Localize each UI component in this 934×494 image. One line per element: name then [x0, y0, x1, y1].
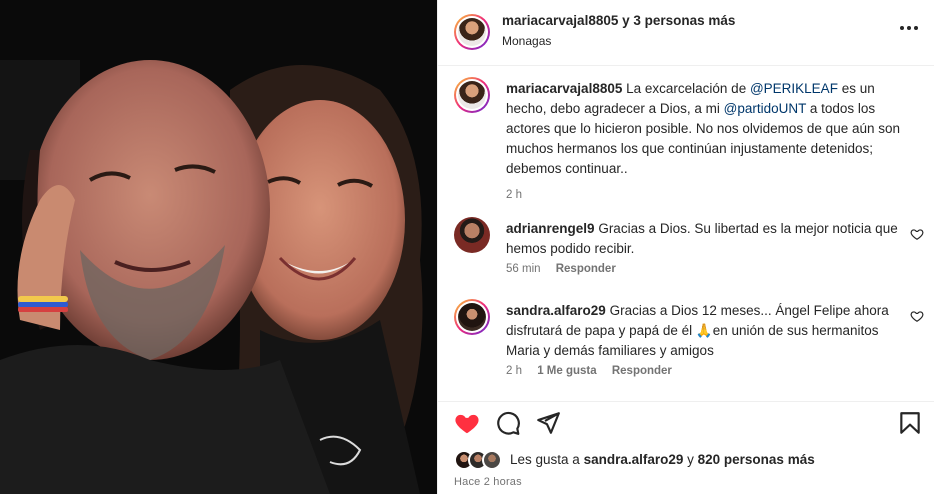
- post-photo[interactable]: [0, 0, 437, 494]
- author-avatar[interactable]: [454, 14, 490, 50]
- comment-text: adrianrengel9 Gracias a Dios. Su liberta…: [506, 221, 898, 256]
- commenter-avatar[interactable]: [454, 217, 490, 253]
- bookmark-icon[interactable]: [897, 410, 923, 436]
- caption-time[interactable]: 2 h: [506, 189, 522, 201]
- mention-link[interactable]: @partidoUNT: [724, 101, 806, 116]
- comments-section[interactable]: mariacarvajal8805 La excarcelación de @P…: [438, 67, 934, 400]
- author-username[interactable]: mariacarvajal8805: [502, 13, 618, 28]
- comment-username[interactable]: sandra.alfaro29: [506, 303, 606, 318]
- like-comment-heart-icon[interactable]: [910, 309, 924, 323]
- comment-text: sandra.alfaro29 Gracias a Dios 12 meses.…: [506, 303, 889, 358]
- comment-username[interactable]: adrianrengel9: [506, 221, 595, 236]
- post-actions: Les gusta a sandra.alfaro29 y 820 person…: [438, 401, 934, 494]
- post-authors: mariacarvajal8805 y 3 personas más: [502, 13, 735, 28]
- comment-meta: 56 min Responder: [506, 263, 628, 275]
- share-icon[interactable]: [535, 410, 561, 436]
- more-horizontal-icon: [900, 26, 918, 30]
- comment-icon[interactable]: [495, 410, 521, 436]
- comment-time[interactable]: 56 min: [506, 263, 541, 275]
- post-photo-image: [0, 0, 437, 494]
- likes-count-link[interactable]: 820 personas más: [698, 452, 815, 467]
- comment-meta: 2 h 1 Me gusta Responder: [506, 365, 684, 377]
- caption-avatar[interactable]: [454, 77, 490, 113]
- reply-button[interactable]: Responder: [612, 365, 672, 377]
- comment-item: sandra.alfaro29 Gracias a Dios 12 meses.…: [454, 299, 924, 389]
- coauthors-link[interactable]: y 3 personas más: [618, 13, 735, 28]
- reply-button[interactable]: Responder: [556, 263, 616, 275]
- comment-item: adrianrengel9 Gracias a Dios. Su liberta…: [454, 217, 924, 287]
- post-detail-panel: mariacarvajal8805 y 3 personas más Monag…: [437, 0, 934, 494]
- comment-time[interactable]: 2 h: [506, 365, 522, 377]
- heart-filled-icon[interactable]: [454, 410, 480, 436]
- caption-text: mariacarvajal8805 La excarcelación de @P…: [506, 81, 900, 176]
- post-timestamp[interactable]: Hace 2 horas: [454, 476, 522, 488]
- comment-likes-count[interactable]: 1 Me gusta: [537, 365, 596, 377]
- like-comment-heart-icon[interactable]: [910, 227, 924, 241]
- more-options-button[interactable]: [899, 22, 919, 38]
- post-location[interactable]: Monagas: [502, 34, 551, 48]
- post-header: mariacarvajal8805 y 3 personas más Monag…: [438, 0, 934, 66]
- likes-text: Les gusta a sandra.alfaro29 y 820 person…: [510, 452, 815, 467]
- mention-link[interactable]: @PERIKLEAF: [750, 81, 838, 96]
- liker-username[interactable]: sandra.alfaro29: [584, 452, 684, 467]
- caption-username[interactable]: mariacarvajal8805: [506, 81, 622, 96]
- post-caption: mariacarvajal8805 La excarcelación de @P…: [454, 77, 924, 201]
- liker-avatar: [482, 450, 502, 470]
- commenter-avatar[interactable]: [454, 299, 490, 335]
- caption-meta: 2 h: [506, 189, 534, 201]
